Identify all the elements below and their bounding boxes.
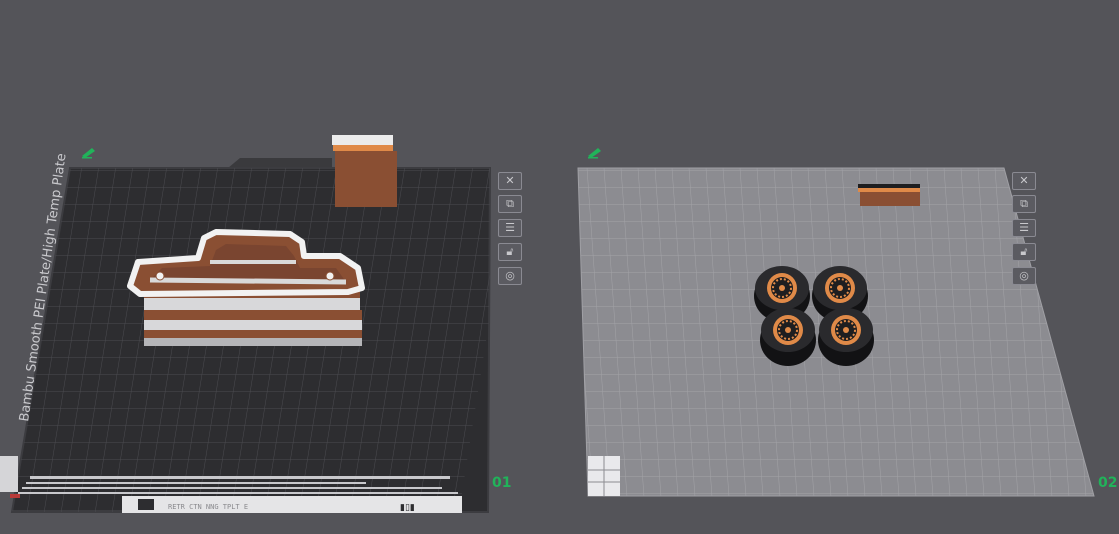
- plate-1[interactable]: RETR CTN NNG TPLT E ▮▯▮ Bambu Smooth PEI…: [0, 135, 515, 520]
- plate-1-corner-marker: [0, 456, 18, 492]
- plate-1-label-icons: ▮▯▮: [400, 503, 415, 513]
- build-plate-scene[interactable]: RETR CTN NNG TPLT E ▮▯▮ Bambu Smooth PEI…: [0, 0, 1119, 534]
- plate-1-bottom-label: RETR CTN NNG TPLT E: [168, 503, 248, 511]
- plate-1-edit-icon[interactable]: [82, 148, 95, 159]
- plate-1-number[interactable]: 01: [492, 475, 511, 491]
- wheel-4: [818, 308, 874, 366]
- plate-2-close-icon[interactable]: ✕: [1012, 172, 1036, 190]
- plate-1-arrange-icon[interactable]: ⧉: [498, 195, 522, 213]
- prime-tower-1[interactable]: [332, 135, 397, 207]
- plate-1-view-icon[interactable]: ◎: [498, 267, 522, 285]
- plate-2-arrange-icon[interactable]: ⧉: [1012, 195, 1036, 213]
- plate-2-settings-icon[interactable]: ☰: [1012, 219, 1036, 237]
- plate-1-close-icon[interactable]: ✕: [498, 172, 522, 190]
- wheel-3: [760, 308, 816, 366]
- plate-2-view-icon[interactable]: ◎: [1012, 267, 1036, 285]
- plate-2-edit-icon[interactable]: [588, 148, 601, 159]
- plate-2-number[interactable]: 02: [1098, 475, 1117, 491]
- plate-2-lock-icon[interactable]: 🔓︎: [1012, 243, 1036, 261]
- plate-1-settings-icon[interactable]: ☰: [498, 219, 522, 237]
- prime-tower-2[interactable]: [858, 184, 920, 206]
- plate-1-tab: [228, 158, 332, 168]
- plate-1-lock-icon[interactable]: 🔓︎: [498, 243, 522, 261]
